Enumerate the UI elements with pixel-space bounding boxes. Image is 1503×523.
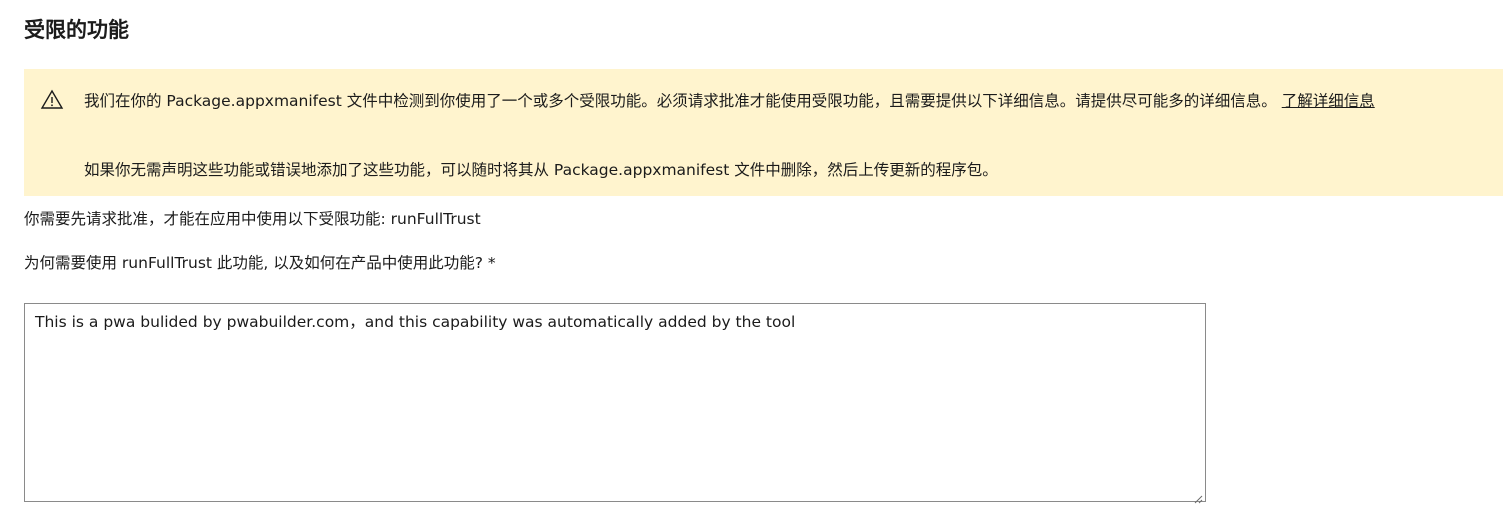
warning-triangle-icon	[40, 88, 64, 112]
justification-textarea[interactable]: This is a pwa bulided by pwabuilder.com，…	[25, 304, 1205, 501]
warning-message: 我们在你的 Package.appxmanifest 文件中检测到你使用了一个或…	[84, 90, 1454, 113]
section-title: 受限的功能	[24, 18, 129, 42]
warning-secondary-message: 如果你无需声明这些功能或错误地添加了这些功能，可以随时将其从 Package.a…	[84, 161, 998, 179]
warning-banner: 我们在你的 Package.appxmanifest 文件中检测到你使用了一个或…	[24, 69, 1503, 196]
learn-more-link[interactable]: 了解详细信息	[1282, 92, 1375, 110]
approval-required-text: 你需要先请求批准，才能在应用中使用以下受限功能: runFullTrust	[24, 210, 481, 228]
justification-question-label: 为何需要使用 runFullTrust 此功能, 以及如何在产品中使用此功能? …	[24, 254, 496, 272]
warning-message-text: 我们在你的 Package.appxmanifest 文件中检测到你使用了一个或…	[84, 92, 1277, 110]
justification-field-container: This is a pwa bulided by pwabuilder.com，…	[24, 303, 1206, 504]
resize-grip-icon[interactable]	[1193, 489, 1203, 504]
